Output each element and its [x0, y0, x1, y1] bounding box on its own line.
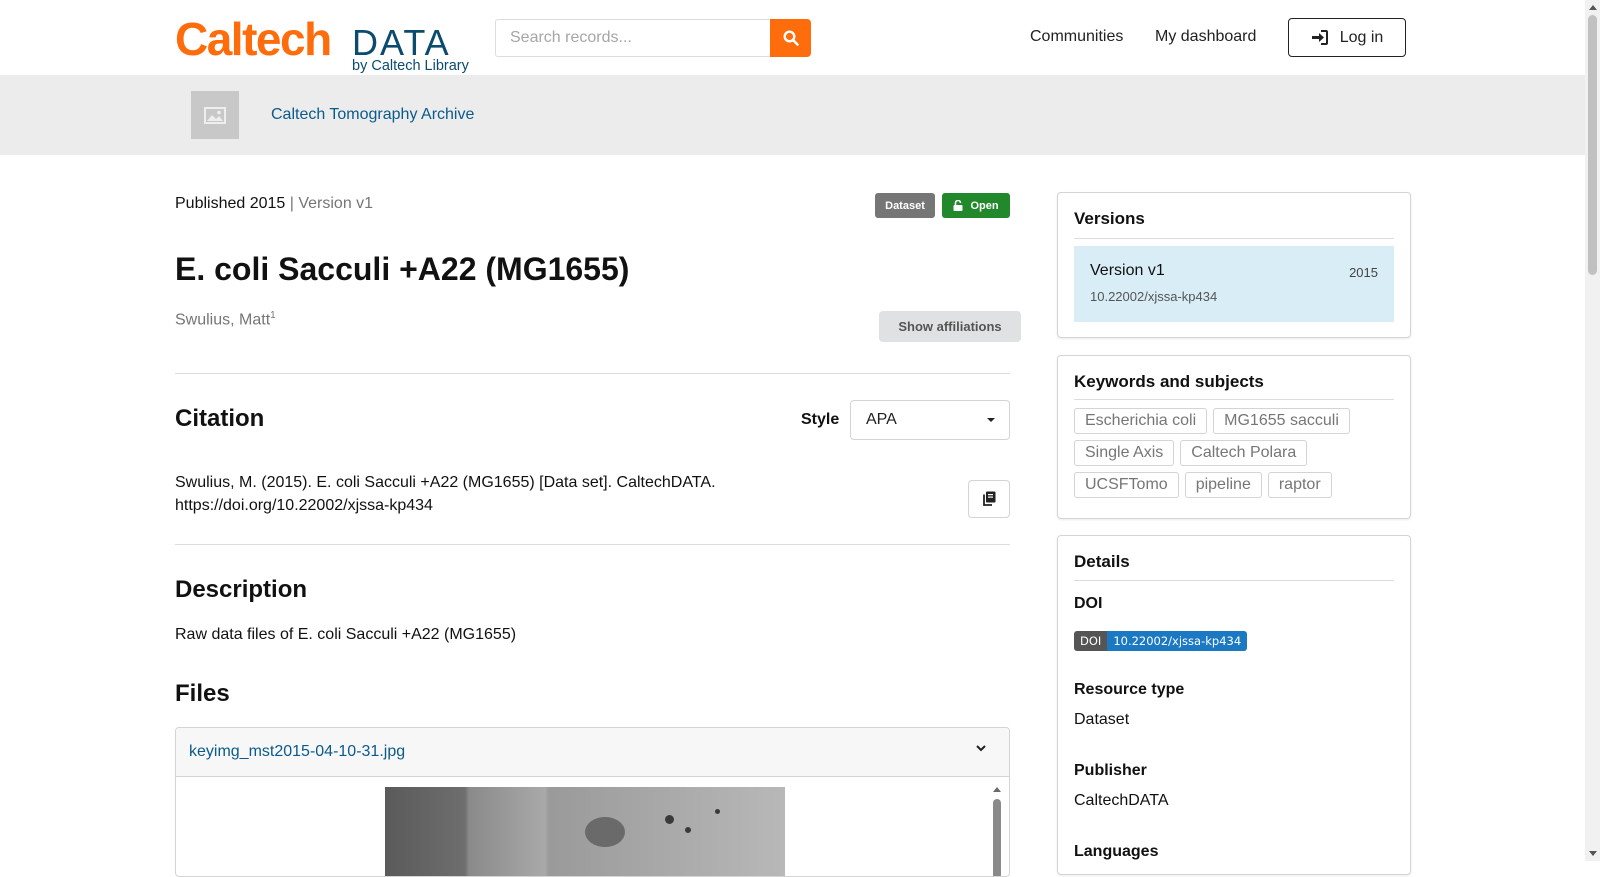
keywords-heading: Keywords and subjects — [1074, 372, 1264, 391]
creator-name[interactable]: Swulius, Matt — [175, 311, 270, 328]
section-divider — [175, 544, 1010, 545]
card-divider — [1074, 399, 1394, 400]
resource-type-value: Dataset — [1074, 711, 1130, 728]
keyword-tag[interactable]: Single Axis — [1074, 440, 1175, 466]
affiliation-marker: 1 — [270, 310, 276, 321]
publication-info: Published 2015 | Version v1 — [175, 195, 373, 213]
image-placeholder-icon — [204, 107, 226, 124]
copy-citation-button[interactable] — [968, 480, 1010, 518]
file-preview-header[interactable]: keyimg_mst2015-04-10-31.jpg — [176, 728, 1009, 777]
site-header: Caltech DATA by Caltech Library Communit… — [0, 0, 1585, 75]
search-input[interactable] — [495, 19, 771, 57]
creator[interactable]: Swulius, Matt1 — [175, 310, 276, 329]
copy-icon — [983, 491, 996, 506]
keyword-tag[interactable]: raptor — [1267, 472, 1332, 498]
nav-my-dashboard[interactable]: My dashboard — [1155, 28, 1256, 46]
logo-caltech-text: Caltech — [175, 13, 332, 65]
version-doi: 10.22002/xjssa-kp434 — [1090, 289, 1218, 304]
keywords-card: Keywords and subjects Escherichia coli M… — [1057, 355, 1411, 519]
keyword-list: Escherichia coli MG1655 sacculi Single A… — [1074, 408, 1394, 498]
record-title: E. coli Sacculi +A22 (MG1655) — [175, 251, 630, 287]
resource-type-badge: Dataset — [875, 193, 935, 218]
publisher-value: CaltechDATA — [1074, 792, 1169, 809]
logo-byline: by Caltech Library — [352, 58, 469, 74]
publisher-label: Publisher — [1074, 762, 1147, 779]
doi-label: DOI — [1074, 595, 1103, 612]
details-heading: Details — [1074, 552, 1130, 571]
card-divider — [1074, 238, 1394, 239]
community-link[interactable]: Caltech Tomography Archive — [271, 106, 474, 124]
unlock-icon — [953, 200, 963, 211]
published-date: Published 2015 — [175, 195, 286, 212]
login-label: Log in — [1339, 28, 1384, 46]
community-logo[interactable] — [191, 91, 239, 139]
access-status-badge: Open — [942, 193, 1010, 218]
doi-badge[interactable]: DOI 10.22002/xjssa-kp434 — [1074, 631, 1248, 651]
version-item[interactable]: Version v1 2015 10.22002/xjssa-kp434 — [1074, 246, 1394, 322]
search-icon — [782, 30, 799, 46]
resource-type-badge-label: Dataset — [885, 199, 925, 212]
version-year: 2015 — [1349, 265, 1378, 280]
keyword-tag[interactable]: pipeline — [1184, 472, 1262, 498]
doi-badge-prefix: DOI — [1074, 631, 1108, 651]
card-divider — [1074, 580, 1394, 581]
resource-type-label: Resource type — [1074, 681, 1185, 698]
nav-communities[interactable]: Communities — [1030, 28, 1123, 46]
keyword-tag[interactable]: Caltech Polara — [1180, 440, 1308, 466]
search-button[interactable] — [770, 19, 811, 57]
citation-heading: Citation — [175, 405, 265, 432]
versions-card: Versions Version v1 2015 10.22002/xjssa-… — [1057, 192, 1411, 338]
doi-badge-value: 10.22002/xjssa-kp434 — [1107, 631, 1248, 651]
details-card: Details DOI DOI 10.22002/xjssa-kp434 Res… — [1057, 535, 1411, 875]
community-header: Caltech Tomography Archive — [0, 75, 1585, 155]
description-heading: Description — [175, 576, 308, 603]
file-preview-image — [385, 787, 785, 876]
citation-text: Swulius, M. (2015). E. coli Sacculi +A22… — [175, 474, 716, 514]
keyword-tag[interactable]: MG1655 sacculi — [1213, 408, 1350, 434]
page-scrollbar[interactable] — [1585, 0, 1600, 861]
sign-in-icon — [1311, 30, 1328, 45]
keyword-tag[interactable]: Escherichia coli — [1074, 408, 1208, 434]
file-name-link[interactable]: keyimg_mst2015-04-10-31.jpg — [189, 743, 405, 761]
version-label[interactable]: Version v1 — [1090, 262, 1165, 280]
scroll-up-arrow-icon[interactable] — [1589, 5, 1597, 10]
section-divider — [175, 373, 1010, 374]
languages-label: Languages — [1074, 843, 1159, 860]
citation-style-label: Style — [801, 411, 840, 428]
citation-style-dropdown[interactable]: APA — [850, 400, 1010, 440]
show-affiliations-button[interactable]: Show affiliations — [879, 311, 1021, 342]
files-heading: Files — [175, 680, 230, 707]
scrollbar-thumb[interactable] — [1588, 15, 1597, 275]
keyword-tag[interactable]: UCSFTomo — [1074, 472, 1179, 498]
login-button[interactable]: Log in — [1288, 18, 1406, 57]
citation-style-value: APA — [866, 411, 897, 428]
preview-scrollbar[interactable] — [990, 785, 1004, 876]
dropdown-caret-icon — [987, 418, 995, 422]
description-text: Raw data files of E. coli Sacculi +A22 (… — [175, 626, 517, 643]
caltech-data-logo[interactable]: Caltech DATA by Caltech Library — [175, 12, 480, 74]
version-info: | Version v1 — [285, 195, 374, 212]
access-status-label: Open — [970, 199, 999, 212]
file-preview-card: keyimg_mst2015-04-10-31.jpg — [175, 727, 1010, 877]
scroll-down-arrow-icon[interactable] — [1589, 851, 1597, 856]
versions-heading: Versions — [1074, 209, 1145, 228]
chevron-down-icon[interactable] — [975, 742, 987, 754]
